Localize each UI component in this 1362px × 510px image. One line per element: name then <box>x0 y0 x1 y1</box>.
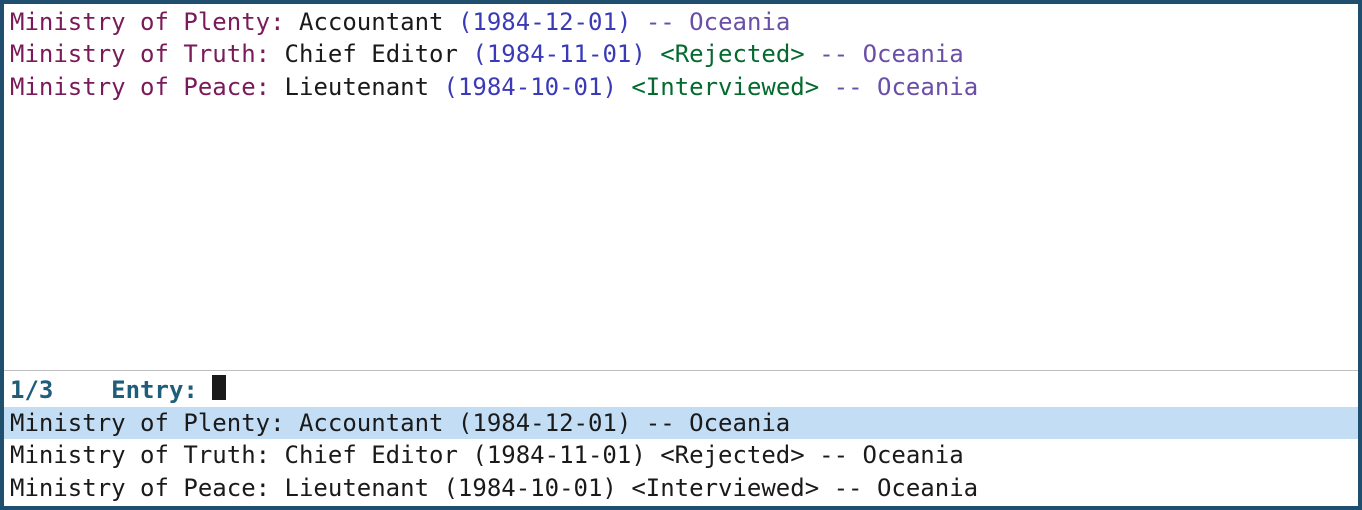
result-row: Ministry of Truth: Chief Editor (1984-11… <box>10 38 1352 70</box>
country-label: Oceania <box>877 73 978 101</box>
separator: -- <box>819 40 848 68</box>
result-row: Ministry of Plenty: Accountant (1984-12-… <box>10 6 1352 38</box>
list-item[interactable]: Ministry of Truth: Chief Editor (1984-11… <box>4 439 1358 471</box>
prompt-bar[interactable]: 1/3 Entry: <box>4 371 1358 407</box>
list-item[interactable]: Ministry of Peace: Lieutenant (1984-10-0… <box>4 472 1358 504</box>
separator: -- <box>834 73 863 101</box>
date-label: (1984-10-01) <box>444 73 617 101</box>
status-label: <Rejected> <box>660 40 805 68</box>
ministry-label: Ministry of Truth <box>10 40 256 68</box>
status-label: <Interviewed> <box>631 73 819 101</box>
prompt-label: Entry: <box>111 374 198 406</box>
date-label: (1984-11-01) <box>472 40 645 68</box>
date-label: (1984-12-01) <box>458 8 631 36</box>
text-cursor[interactable] <box>212 375 225 400</box>
country-label: Oceania <box>863 40 964 68</box>
match-counter: 1/3 <box>10 374 53 406</box>
separator: -- <box>646 8 675 36</box>
country-label: Oceania <box>689 8 790 36</box>
list-item[interactable]: Ministry of Plenty: Accountant (1984-12-… <box>4 407 1358 439</box>
result-row: Ministry of Peace: Lieutenant (1984-10-0… <box>10 71 1352 103</box>
results-pane: Ministry of Plenty: Accountant (1984-12-… <box>4 4 1358 370</box>
ministry-label: Ministry of Peace <box>10 73 256 101</box>
position-label: Accountant <box>299 8 444 36</box>
position-label: Chief Editor <box>285 40 458 68</box>
ministry-label: Ministry of Plenty <box>10 8 270 36</box>
position-label: Lieutenant <box>285 73 430 101</box>
candidate-list[interactable]: Ministry of Plenty: Accountant (1984-12-… <box>4 407 1358 506</box>
